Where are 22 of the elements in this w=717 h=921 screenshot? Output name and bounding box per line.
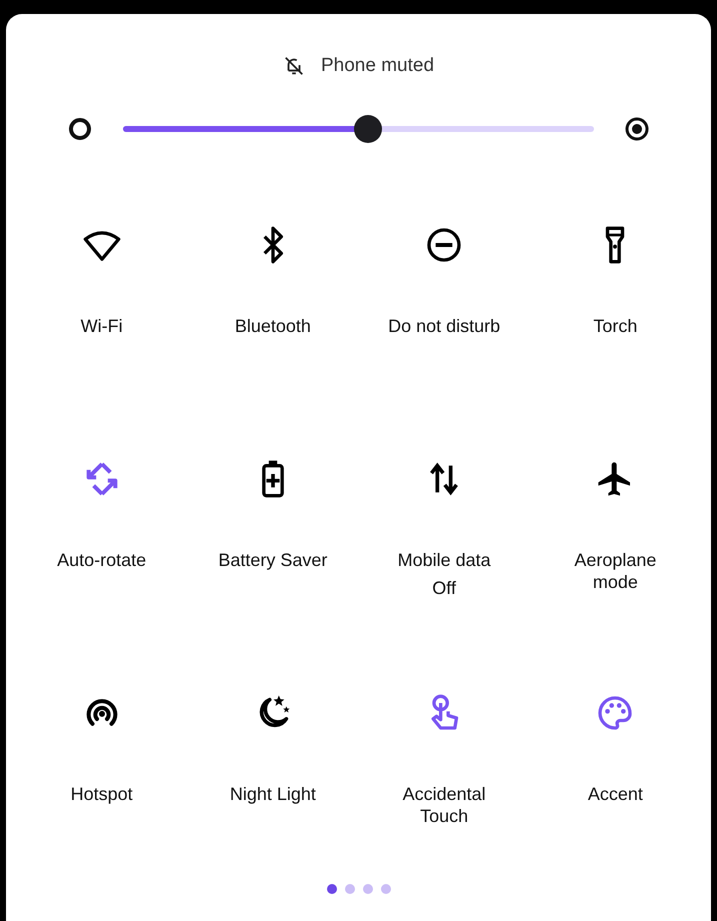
- ring-icon: [68, 117, 92, 141]
- volume-slider[interactable]: [123, 115, 594, 143]
- quick-tile[interactable]: Accidental Touch: [358, 660, 530, 860]
- quick-tile[interactable]: Do not disturb: [358, 192, 530, 392]
- muted-bell-icon: [282, 55, 305, 77]
- quick-tile[interactable]: Mobile data Off: [358, 426, 530, 626]
- page-dot[interactable]: [326, 884, 336, 894]
- quick-tile[interactable]: Torch: [530, 192, 701, 392]
- target-icon: [625, 117, 649, 141]
- page-dot[interactable]: [344, 884, 354, 894]
- page-dot[interactable]: [380, 884, 390, 894]
- quick-tile[interactable]: Night Light: [187, 660, 358, 860]
- slider-thumb[interactable]: [354, 115, 382, 143]
- status-text: Phone muted: [320, 55, 434, 77]
- quick-tile[interactable]: Wi-Fi: [16, 192, 188, 392]
- quick-tile[interactable]: Aeroplane mode: [530, 426, 701, 626]
- quick-tile[interactable]: Bluetooth: [187, 192, 358, 392]
- quick-tile[interactable]: Battery Saver: [187, 426, 358, 626]
- quick-tile[interactable]: Auto-rotate: [16, 426, 188, 626]
- quick-tile[interactable]: Accent: [530, 660, 701, 860]
- page-dot[interactable]: [362, 884, 372, 894]
- quick-tile[interactable]: Hotspot: [16, 660, 188, 860]
